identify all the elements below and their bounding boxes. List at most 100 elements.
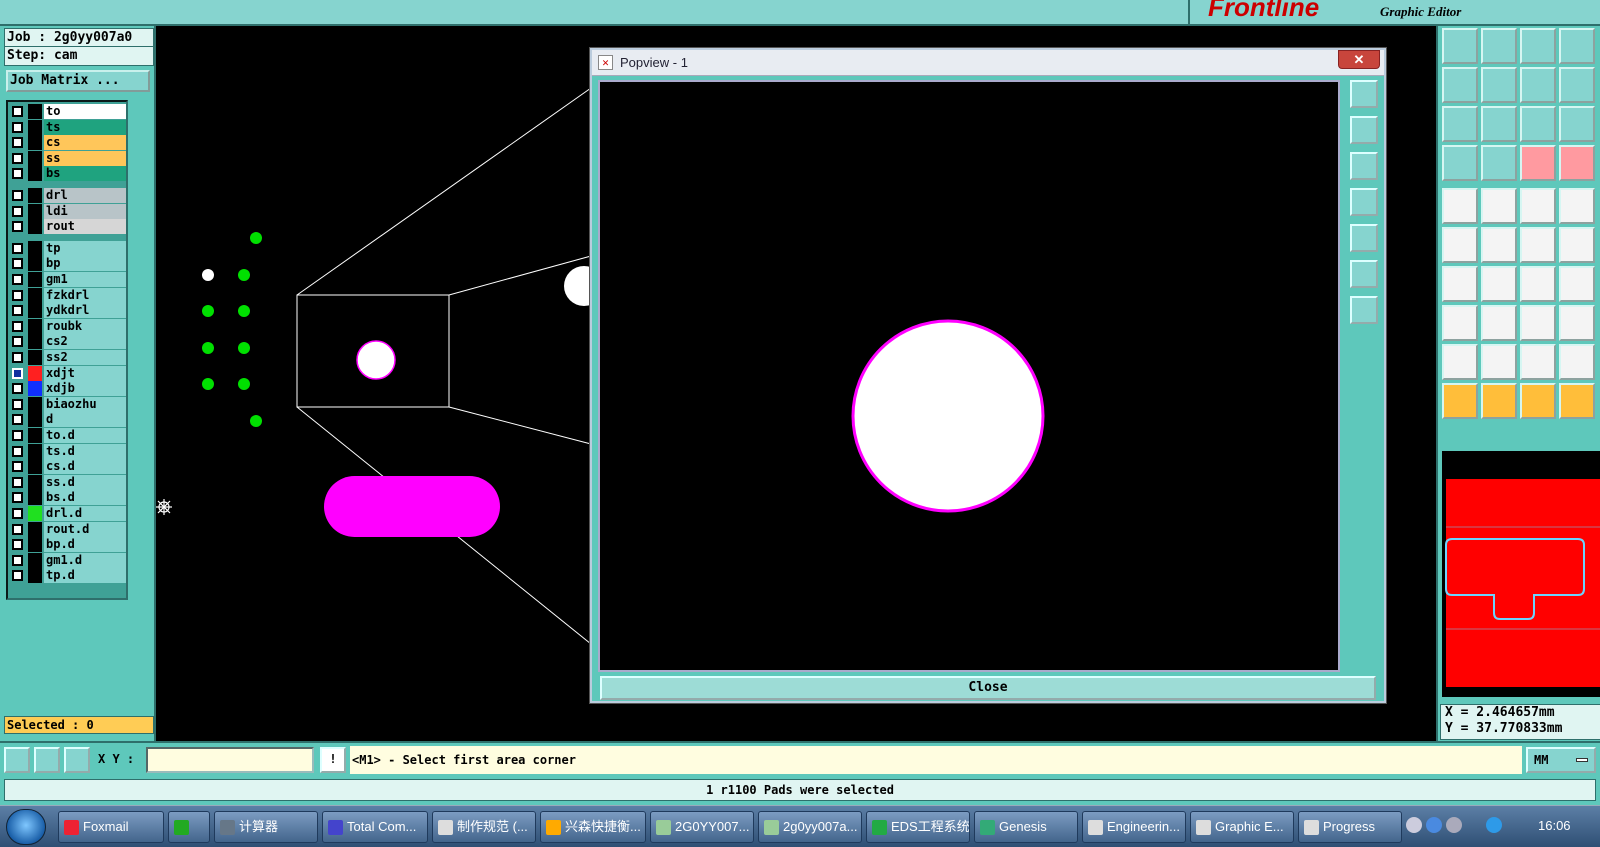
split-view-icon[interactable] bbox=[1559, 28, 1595, 64]
taskbar-item[interactable]: 2G0YY007... bbox=[650, 811, 754, 843]
start-button[interactable] bbox=[6, 809, 46, 845]
taskbar-item[interactable]: 2g0yy007a... bbox=[758, 811, 862, 843]
layer-row-roubk[interactable]: roubk bbox=[10, 318, 126, 334]
delta-icon[interactable] bbox=[1481, 344, 1517, 380]
layer-row-cs2[interactable]: cs2 bbox=[10, 334, 126, 350]
oblong-pad[interactable] bbox=[324, 476, 500, 537]
layer-row-drl[interactable]: drl bbox=[10, 188, 126, 203]
volume-icon[interactable] bbox=[1486, 817, 1502, 833]
layer-color-swatch[interactable] bbox=[28, 256, 42, 272]
select-box-icon[interactable] bbox=[1481, 383, 1517, 419]
select-pointer-icon[interactable] bbox=[1442, 383, 1478, 419]
layer-checkbox[interactable] bbox=[12, 205, 23, 217]
layer-color-swatch[interactable] bbox=[28, 459, 42, 475]
minus-icon[interactable] bbox=[1481, 305, 1517, 341]
drill-hit[interactable] bbox=[250, 415, 262, 427]
zoom-fit-icon[interactable] bbox=[1442, 106, 1478, 142]
layer-row-d[interactable]: d bbox=[10, 412, 126, 428]
taskbar-item[interactable]: Graphic E... bbox=[1190, 811, 1294, 843]
popview-canvas[interactable] bbox=[598, 80, 1340, 672]
layer-checkbox[interactable] bbox=[12, 137, 23, 149]
taskbar-item[interactable]: Total Com... bbox=[322, 811, 428, 843]
layer-row-ydkdrl[interactable]: ydkdrl bbox=[10, 303, 126, 319]
layer-row-biaozhu[interactable]: biaozhu bbox=[10, 396, 126, 412]
layer-row-bp-d[interactable]: bp.d bbox=[10, 537, 126, 553]
transform-icon[interactable] bbox=[1442, 305, 1478, 341]
triangle-icon[interactable] bbox=[1442, 344, 1478, 380]
undo-view-icon[interactable] bbox=[1520, 67, 1556, 103]
layer-name[interactable]: rout bbox=[44, 219, 126, 235]
layer-checkbox[interactable] bbox=[12, 414, 23, 426]
layer-row-bp[interactable]: bp bbox=[10, 256, 126, 272]
layer-color-swatch[interactable] bbox=[28, 474, 42, 490]
pan-up-icon[interactable] bbox=[1442, 28, 1478, 64]
layer-name[interactable]: bs bbox=[44, 166, 126, 182]
taskbar-item[interactable]: 制作规范 (... bbox=[432, 811, 536, 843]
layer-name[interactable]: ss.d bbox=[44, 474, 126, 490]
selected-pad[interactable] bbox=[356, 340, 396, 380]
layer-color-swatch[interactable] bbox=[28, 350, 42, 365]
pan-down-icon[interactable] bbox=[1350, 152, 1378, 180]
layer-color-swatch[interactable] bbox=[28, 135, 42, 151]
layer-color-swatch[interactable] bbox=[28, 150, 42, 166]
layer-checkbox[interactable] bbox=[12, 320, 23, 332]
color-fill-icon[interactable] bbox=[1481, 188, 1517, 224]
ruler-icon[interactable] bbox=[1520, 188, 1556, 224]
layer-color-swatch[interactable] bbox=[28, 272, 42, 287]
add-pad-icon[interactable] bbox=[1442, 188, 1478, 224]
layer-name[interactable]: xdjb bbox=[44, 381, 126, 397]
layer-row-xdjt[interactable]: xdjt bbox=[10, 365, 126, 381]
scale-icon[interactable] bbox=[1520, 106, 1556, 142]
drill-hit[interactable] bbox=[238, 305, 250, 317]
layer-checkbox[interactable] bbox=[12, 445, 23, 457]
layer-color-swatch[interactable] bbox=[28, 521, 42, 537]
layer-name[interactable]: ts bbox=[44, 119, 126, 135]
layer-color-swatch[interactable] bbox=[28, 381, 42, 397]
taskbar-item[interactable]: 兴森快捷衡... bbox=[540, 811, 646, 843]
layer-checkbox[interactable] bbox=[12, 539, 23, 551]
layer-name[interactable]: cs2 bbox=[44, 334, 126, 350]
layer-checkbox[interactable] bbox=[12, 570, 23, 582]
redraw-icon[interactable] bbox=[1559, 67, 1595, 103]
layer-checkbox[interactable] bbox=[12, 398, 23, 410]
layer-row-bs[interactable]: bs bbox=[10, 166, 126, 182]
pan-right-icon[interactable] bbox=[1481, 67, 1517, 103]
layer-row-rout[interactable]: rout bbox=[10, 219, 126, 235]
layer-name[interactable]: cs.d bbox=[44, 459, 126, 475]
delta-line-icon[interactable] bbox=[1559, 344, 1595, 380]
layer-checkbox[interactable] bbox=[12, 190, 23, 201]
stretch-icon[interactable] bbox=[1559, 227, 1595, 263]
layer-checkbox[interactable] bbox=[12, 106, 23, 117]
layer-color-swatch[interactable] bbox=[28, 365, 42, 381]
layer-color-swatch[interactable] bbox=[28, 203, 42, 219]
layer-row-ts[interactable]: ts bbox=[10, 119, 126, 135]
drill-hit[interactable] bbox=[250, 232, 262, 244]
layer-snap-icon[interactable] bbox=[1520, 145, 1556, 181]
layer-name[interactable]: to.d bbox=[44, 428, 126, 443]
layer-color-swatch[interactable] bbox=[28, 396, 42, 412]
flag-icon[interactable] bbox=[1446, 817, 1462, 833]
cross-icon[interactable] bbox=[1481, 227, 1517, 263]
layer-checkbox[interactable] bbox=[12, 168, 23, 180]
layer-checkbox[interactable] bbox=[12, 492, 23, 504]
layer-row-cs[interactable]: cs bbox=[10, 135, 126, 151]
job-matrix-button[interactable]: Job Matrix ... bbox=[6, 70, 150, 92]
layer-color-swatch[interactable] bbox=[28, 166, 42, 182]
layer-snap2-icon[interactable] bbox=[1559, 145, 1595, 181]
move-point-icon[interactable] bbox=[1520, 227, 1556, 263]
layer-row-ss-d[interactable]: ss.d bbox=[10, 474, 126, 490]
taskbar-item[interactable]: Genesis bbox=[974, 811, 1078, 843]
snap-icon[interactable] bbox=[4, 747, 30, 773]
layer-checkbox[interactable] bbox=[12, 554, 23, 566]
layer-row-tp[interactable]: tp bbox=[10, 240, 126, 256]
layer-name[interactable]: to bbox=[44, 104, 126, 119]
layer-row-ss[interactable]: ss bbox=[10, 150, 126, 166]
zoomed-pad[interactable] bbox=[851, 319, 1045, 513]
layer-name[interactable]: tp.d bbox=[44, 568, 126, 584]
layer-name[interactable]: gm1.d bbox=[44, 552, 126, 568]
layer-name[interactable]: ts.d bbox=[44, 443, 126, 459]
rotate-icon[interactable] bbox=[1520, 266, 1556, 302]
drill-hit[interactable] bbox=[238, 342, 250, 354]
fill-circle-icon[interactable] bbox=[1559, 188, 1595, 224]
layer-checkbox[interactable] bbox=[12, 258, 23, 270]
